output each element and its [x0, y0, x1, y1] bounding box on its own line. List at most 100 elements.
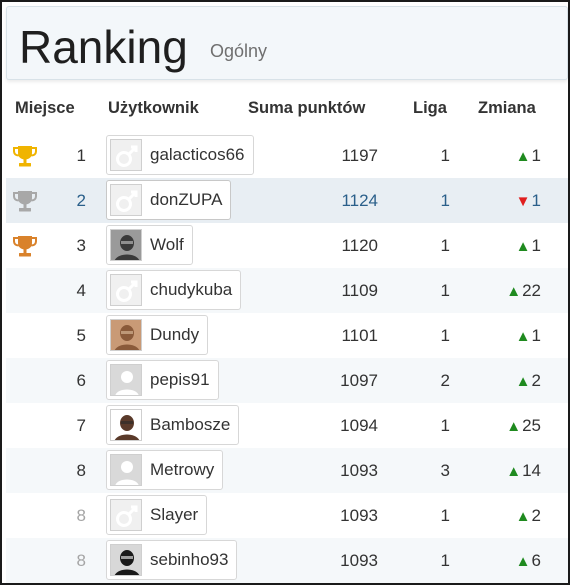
rank-change-value: 1 — [531, 146, 541, 165]
column-header-place[interactable]: Miejsce — [15, 99, 75, 118]
points-value: 1101 — [341, 326, 378, 345]
user-link[interactable]: Slayer — [106, 495, 208, 535]
points-value: 1094 — [340, 416, 378, 435]
column-header-user[interactable]: Użytkownik — [108, 99, 199, 118]
rank-change: ▲22 — [476, 268, 541, 313]
rank-change-value: 1 — [531, 191, 541, 210]
user-link[interactable]: Metrowy — [106, 450, 224, 490]
league-value: 3 — [440, 461, 450, 480]
column-header-league[interactable]: Liga — [413, 99, 447, 118]
user-link[interactable]: Dundy — [106, 315, 209, 355]
arrow-up-icon: ▲ — [515, 373, 531, 390]
points-value: 1093 — [340, 461, 378, 480]
league-value: 1 — [440, 416, 450, 435]
user-link[interactable]: galacticos66 — [106, 135, 254, 175]
user-link[interactable]: Bambosze — [106, 405, 240, 445]
table-row[interactable]: 6 pepis91 1097 2 ▲2 — [6, 358, 568, 403]
league-value: 1 — [440, 551, 450, 570]
user-link[interactable]: sebinho93 — [106, 540, 238, 580]
points-value: 1124 — [341, 191, 378, 210]
rank-change: ▲25 — [476, 403, 541, 448]
column-header-points[interactable]: Suma punktów — [248, 99, 365, 118]
place-number: 2 — [76, 191, 86, 210]
rank-change: ▲6 — [476, 538, 541, 583]
ranking-panel: Ranking Ogólny Miejsce Użytkownik Suma p… — [0, 0, 570, 585]
place-number: 8 — [76, 551, 86, 570]
rank-change: ▲14 — [476, 448, 541, 493]
avatar — [110, 229, 142, 261]
arrow-up-icon: ▲ — [506, 418, 522, 435]
table-row[interactable]: 8 Slayer 1093 1 ▲2 — [6, 493, 568, 538]
silver-trophy-icon — [12, 189, 38, 213]
arrow-up-icon: ▲ — [506, 463, 522, 480]
male-placeholder-icon — [110, 499, 142, 531]
league-value: 1 — [440, 236, 450, 255]
gold-trophy-icon — [12, 144, 38, 168]
place-number: 4 — [76, 281, 86, 300]
user-link[interactable]: Wolf — [106, 225, 193, 265]
rank-change: ▲1 — [476, 313, 541, 358]
points-value: 1093 — [340, 506, 378, 525]
league-value: 1 — [440, 146, 450, 165]
table-row[interactable]: 8 Metrowy 1093 3 ▲14 — [6, 448, 568, 493]
arrow-down-icon: ▼ — [515, 193, 531, 210]
column-header-change[interactable]: Zmiana — [478, 99, 536, 118]
arrow-up-icon: ▲ — [506, 283, 522, 300]
bronze-trophy-icon — [12, 234, 38, 258]
arrow-up-icon: ▲ — [515, 328, 531, 345]
league-value: 2 — [440, 371, 450, 390]
place-number: 6 — [76, 371, 86, 390]
points-value: 1120 — [341, 236, 378, 255]
rank-change-value: 1 — [531, 326, 541, 345]
place-number: 8 — [76, 461, 86, 480]
rank-change: ▲1 — [476, 223, 541, 268]
place-number: 3 — [76, 236, 86, 255]
username: Wolf — [150, 235, 184, 254]
username: galacticos66 — [150, 145, 245, 164]
rank-change-value: 25 — [522, 416, 541, 435]
table-row[interactable]: 8 sebinho93 1093 1 ▲6 — [6, 538, 568, 583]
avatar — [110, 544, 142, 576]
rank-change: ▼1 — [476, 178, 541, 223]
place-number: 5 — [76, 326, 86, 345]
user-link[interactable]: pepis91 — [106, 360, 219, 400]
arrow-up-icon: ▲ — [515, 238, 531, 255]
ranking-table: 1 galacticos66 1197 1 ▲1 2 donZUPA 1124 1 ▼1 3 Wolf… — [6, 133, 568, 583]
place-number: 7 — [76, 416, 86, 435]
username: Dundy — [150, 325, 200, 344]
rank-change-value: 22 — [522, 281, 541, 300]
username: sebinho93 — [150, 550, 229, 569]
table-row[interactable]: 5 Dundy 1101 1 ▲1 — [6, 313, 568, 358]
arrow-up-icon: ▲ — [515, 508, 531, 525]
page-header: Ranking Ogólny — [6, 6, 568, 80]
rank-change-value: 6 — [531, 551, 541, 570]
table-row[interactable]: 3 Wolf 1120 1 ▲1 — [6, 223, 568, 268]
points-value: 1097 — [340, 371, 378, 390]
league-value: 1 — [440, 326, 450, 345]
table-row[interactable]: 2 donZUPA 1124 1 ▼1 — [6, 178, 568, 223]
rank-change: ▲2 — [476, 493, 541, 538]
rank-change: ▲2 — [476, 358, 541, 403]
default-person-icon — [110, 454, 142, 486]
username: chudykuba — [150, 280, 233, 299]
league-value: 1 — [440, 191, 450, 210]
male-placeholder-icon — [110, 139, 142, 171]
table-row[interactable]: 7 Bambosze 1094 1 ▲25 — [6, 403, 568, 448]
points-value: 1197 — [341, 146, 378, 165]
arrow-up-icon: ▲ — [515, 148, 531, 165]
rank-change-value: 1 — [531, 236, 541, 255]
table-row[interactable]: 4 chudykuba 1109 1 ▲22 — [6, 268, 568, 313]
user-link[interactable]: chudykuba — [106, 270, 242, 310]
league-value: 1 — [440, 506, 450, 525]
username: pepis91 — [150, 370, 210, 389]
place-number: 8 — [76, 506, 86, 525]
place-number: 1 — [76, 146, 86, 165]
table-row[interactable]: 1 galacticos66 1197 1 ▲1 — [6, 133, 568, 178]
username: donZUPA — [150, 190, 223, 209]
points-value: 1109 — [341, 281, 378, 300]
points-value: 1093 — [340, 551, 378, 570]
user-link[interactable]: donZUPA — [106, 180, 232, 220]
page-title: Ranking — [19, 21, 188, 73]
rank-change-value: 2 — [531, 506, 541, 525]
rank-change-value: 14 — [522, 461, 541, 480]
